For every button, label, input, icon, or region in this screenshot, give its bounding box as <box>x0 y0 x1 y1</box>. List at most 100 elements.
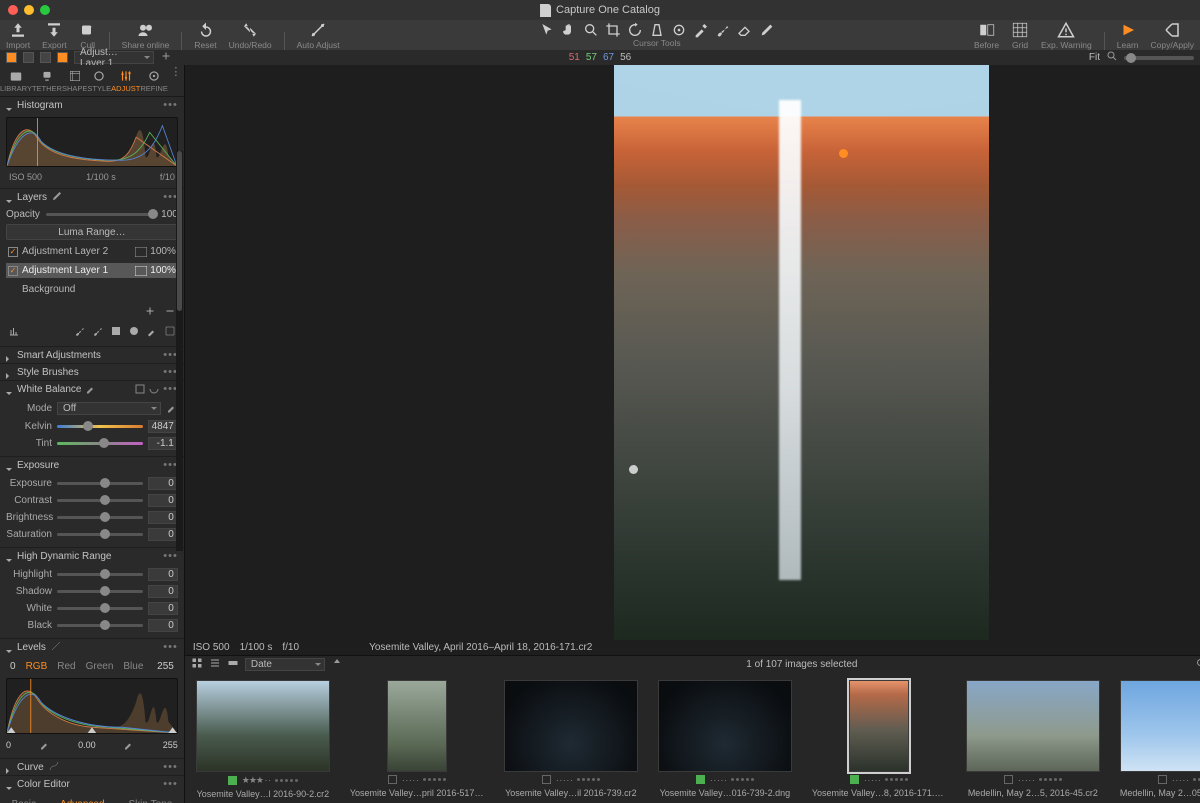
thumbnail-image[interactable] <box>387 680 447 772</box>
star-rating[interactable]: ★★★ · · <box>242 775 270 786</box>
tab-tether[interactable]: TETHER <box>32 65 62 96</box>
white-value[interactable]: 0 <box>148 602 178 615</box>
highlight-slider[interactable] <box>57 573 143 576</box>
layer-visible-checkbox[interactable]: ✓ <box>8 247 18 257</box>
highlight-value[interactable]: 0 <box>148 568 178 581</box>
magic-brush-icon[interactable] <box>146 325 158 337</box>
panel-menu-icon[interactable]: ••• <box>163 99 178 111</box>
brush-erase-icon[interactable] <box>92 325 104 337</box>
saturation-slider[interactable] <box>57 533 143 536</box>
before-after-button[interactable]: Before <box>974 21 999 50</box>
minimize-dot[interactable] <box>24 5 34 15</box>
zoom-tool-icon[interactable] <box>583 22 599 38</box>
thumbnail-cell[interactable]: · · · · ·Medellin, May 2…5, 2016-45.cr2 <box>963 680 1103 801</box>
thumbnail-cell[interactable]: · · · · ·Yosemite Valley…pril 2016-517.c… <box>347 680 487 801</box>
viewer-zoom-slider[interactable] <box>1124 56 1194 60</box>
eyedropper-tool-icon[interactable] <box>693 22 709 38</box>
view-mode-multi-icon[interactable] <box>40 52 51 63</box>
proof-toggle-icon[interactable] <box>57 52 68 63</box>
shadow-value[interactable]: 0 <box>148 585 178 598</box>
thumbnail-cell[interactable]: · · · · ·Yosemite Valley…016-739-2.dng <box>655 680 795 801</box>
exposure-value[interactable]: 0 <box>148 477 178 490</box>
thumbnail-image[interactable] <box>658 680 792 772</box>
annotate-tool-icon[interactable] <box>759 22 775 38</box>
learn-button[interactable]: Learn <box>1117 21 1139 50</box>
window-controls[interactable] <box>0 5 50 15</box>
eraser-tool-icon[interactable] <box>737 22 753 38</box>
levels-channel-tabs[interactable]: 0 RGB Red Green Blue 255 <box>6 659 178 674</box>
share-online-button[interactable]: Share online <box>122 21 170 50</box>
star-rating[interactable]: · · · · · <box>1172 775 1188 785</box>
color-editor-tabs[interactable]: Basic Advanced Skin Tone <box>6 796 178 803</box>
copy-icon[interactable] <box>135 384 145 394</box>
exposure-slider[interactable] <box>57 482 143 485</box>
active-layer-dropdown[interactable]: Adjust…Layer 1 <box>74 51 154 64</box>
smart-adjustments-header[interactable]: Smart Adjustments••• <box>0 347 184 363</box>
levels-mid[interactable]: 0.00 <box>78 740 96 750</box>
browser-filmstrip-icon[interactable] <box>227 657 239 672</box>
contrast-value[interactable]: 0 <box>148 494 178 507</box>
grid-button[interactable]: Grid <box>1011 21 1029 50</box>
brush-tool-icon[interactable] <box>715 22 731 38</box>
gradient-mask-icon[interactable] <box>110 325 122 337</box>
import-button[interactable]: Import <box>6 21 30 50</box>
thumbnail-image[interactable] <box>966 680 1100 772</box>
star-rating[interactable]: · · · · · <box>556 775 572 785</box>
contrast-slider[interactable] <box>57 499 143 502</box>
levels-out-high[interactable]: 255 <box>163 740 178 750</box>
layer-row[interactable]: ✓Adjustment Layer 1100% <box>6 263 178 278</box>
star-rating[interactable]: · · · · · <box>864 775 880 785</box>
viewer-canvas[interactable] <box>185 65 1200 640</box>
wb-mode-dropdown[interactable]: Off <box>57 402 161 415</box>
thumbnail-image[interactable] <box>849 680 909 772</box>
cull-button[interactable]: Cull <box>79 21 97 50</box>
undo-redo-button[interactable]: Undo/Redo <box>229 21 272 50</box>
remove-layer-icon[interactable] <box>164 305 176 317</box>
reset-icon[interactable] <box>149 384 159 394</box>
image-preview[interactable] <box>614 65 989 640</box>
filter-icon[interactable] <box>1195 657 1200 672</box>
tint-slider[interactable] <box>57 442 143 445</box>
color-dots[interactable] <box>423 778 446 781</box>
levels-out-low[interactable]: 0 <box>6 740 11 750</box>
view-mode-grid-icon[interactable] <box>6 52 17 63</box>
color-tag[interactable] <box>542 775 551 784</box>
levels-icon[interactable] <box>8 325 20 340</box>
radial-mask-icon[interactable] <box>128 325 140 337</box>
exposure-warning-button[interactable]: Exp. Warning <box>1041 21 1092 50</box>
keystone-tool-icon[interactable] <box>649 22 665 38</box>
color-dots[interactable] <box>885 778 908 781</box>
browser-list-view-icon[interactable] <box>209 657 221 672</box>
luma-range-button[interactable]: Luma Range… <box>6 224 178 240</box>
thumbnail-cell[interactable]: · · · · ·Medellin, May 2…05, 2016-77.cr2 <box>1117 680 1200 801</box>
zoom-search-icon[interactable] <box>1106 50 1118 65</box>
tab-more-icon[interactable]: ⋮ <box>168 65 184 96</box>
thumbnail-cell[interactable]: · · · · ·Yosemite Valley…8, 2016-171.cr2 <box>809 680 949 801</box>
export-button[interactable]: Export <box>42 21 67 50</box>
color-dots[interactable] <box>577 778 600 781</box>
auto-adjust-button[interactable]: Auto Adjust <box>297 21 340 50</box>
layer-row[interactable]: ✓Adjustment Layer 2100% <box>6 244 178 259</box>
curve-header[interactable]: Curve••• <box>0 759 184 775</box>
black-value[interactable]: 0 <box>148 619 178 632</box>
tint-value[interactable]: -1.1 <box>148 437 178 450</box>
saturation-value[interactable]: 0 <box>148 528 178 541</box>
pencil-icon[interactable] <box>47 190 63 205</box>
shadow-slider[interactable] <box>57 590 143 593</box>
sort-direction-icon[interactable] <box>331 657 343 672</box>
color-tag[interactable] <box>696 775 705 784</box>
sample-point-icon[interactable] <box>629 465 638 474</box>
layer-row[interactable]: Background <box>6 282 178 297</box>
thumbnail-image[interactable] <box>1120 680 1200 772</box>
levels-histogram[interactable] <box>6 678 178 734</box>
color-dots[interactable] <box>1039 778 1062 781</box>
white-slider[interactable] <box>57 607 143 610</box>
star-rating[interactable]: · · · · · <box>402 775 418 785</box>
eyedrop-icon[interactable] <box>81 382 97 397</box>
color-tag[interactable] <box>850 775 859 784</box>
pointer-tool-icon[interactable] <box>539 22 555 38</box>
tab-shape[interactable]: SHAPE <box>62 65 87 96</box>
star-rating[interactable]: · · · · · <box>1018 775 1034 785</box>
rotate-tool-icon[interactable] <box>627 22 643 38</box>
thumbnail-image[interactable] <box>196 680 330 772</box>
